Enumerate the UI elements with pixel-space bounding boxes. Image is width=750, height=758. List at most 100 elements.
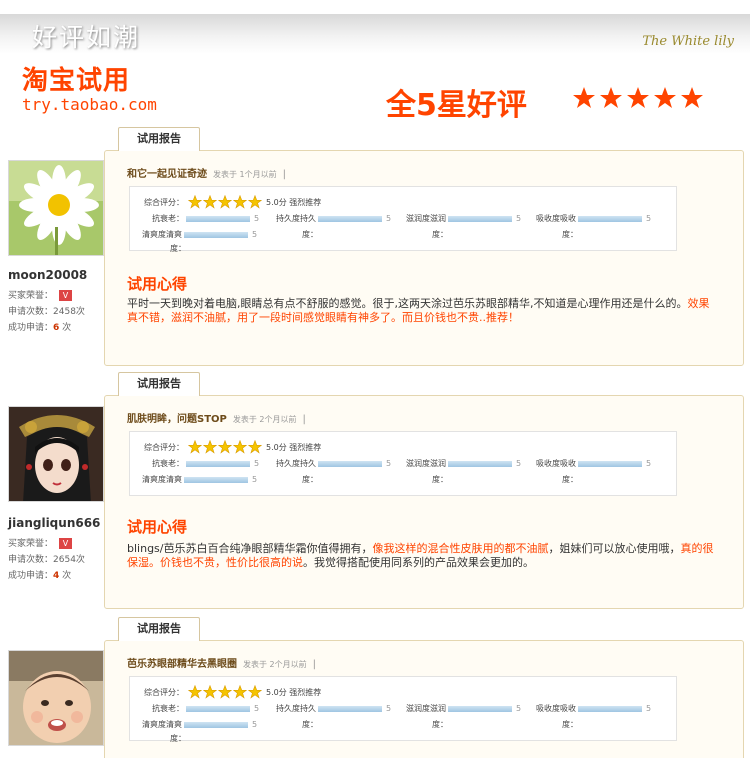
review-title-text[interactable]: 肌肤明眸，问题STOP <box>127 414 227 425</box>
overall-score: 综合评分： 5.0分 强烈推荐 <box>144 440 321 454</box>
experience-text: blings/芭乐苏白百合纯净眼部精华霜你值得拥有，像我这样的混合性皮肤用的都不… <box>127 542 717 570</box>
metric-label: 吸收度吸收 <box>536 459 576 468</box>
apply-count-label: 申请次数： <box>8 307 54 317</box>
metric-moisture: 滋润度滋润 5 <box>406 458 521 469</box>
score-box: 综合评分： 5.0分 强烈推荐 抗衰老： 5 持久度持久 5 滋润度滋润 5 吸收度吸… <box>129 186 677 253</box>
metric-value: 5 <box>254 214 260 223</box>
score-value: 5.0分 强烈推荐 <box>266 687 322 697</box>
metric-bar <box>186 705 250 712</box>
metric-label: 滋润度滋润 <box>406 214 446 223</box>
metric-value: 5 <box>516 704 522 713</box>
metric-bar <box>186 215 250 222</box>
review-title: 和它一起见证奇迹 发表于 1个月以前 | <box>127 165 286 180</box>
metric-label: 吸收度吸收 <box>536 704 576 713</box>
anime-girl-avatar-image <box>9 407 103 501</box>
user-name[interactable]: jiangliqun666 <box>8 516 100 530</box>
overall-score: 综合评分： 5.0分 强烈推荐 <box>144 685 321 699</box>
tab-trial-report[interactable]: 试用报告 <box>118 372 200 396</box>
review-sep: | <box>282 169 287 180</box>
taobao-try-logo[interactable]: 淘宝试用 try.taobao.com <box>22 66 172 114</box>
headline-stars <box>572 86 704 110</box>
metric-anti-aging: 抗衰老： 5 <box>152 458 259 469</box>
metric-du: 度： <box>170 734 186 743</box>
logo-url-text: try.taobao.com <box>22 95 157 114</box>
avatar[interactable] <box>8 160 104 256</box>
page-title: 好评如潮 <box>32 23 141 52</box>
user-meta: 买家荣誉： V 申请次数：2458次 成功申请：6 次 <box>8 288 85 336</box>
star-icon <box>248 440 262 454</box>
experience-text-normal: ，姐妹们可以放心使用哦， <box>548 542 681 555</box>
metric-du: 度： <box>302 475 318 484</box>
review-posted: 发表于 1个月以前 <box>213 170 277 179</box>
metric-du: 度： <box>562 720 578 729</box>
metric-label: 清爽度清爽 <box>142 230 182 239</box>
metric-value: 5 <box>386 459 392 468</box>
metric-bar <box>578 215 642 222</box>
review-posted: 发表于 2个月以前 <box>232 415 297 424</box>
star-icon <box>188 440 202 454</box>
review-sep: | <box>302 414 306 425</box>
success-count-value: 4 <box>53 571 60 581</box>
avatar[interactable] <box>8 650 104 746</box>
overall-score: 综合评分： 5.0分 强烈推荐 <box>144 195 321 209</box>
metric-bar <box>448 705 512 712</box>
user-name[interactable]: moon20008 <box>8 268 87 282</box>
star-icon <box>218 195 232 209</box>
logo-main-text: 淘宝试用 <box>22 66 131 96</box>
star-icon <box>600 87 622 108</box>
metric-label: 吸收度吸收 <box>536 214 576 223</box>
star-icon <box>681 87 703 108</box>
success-unit: 次 <box>62 323 72 333</box>
review-title-text[interactable]: 芭乐苏眼部精华去黑眼圈 <box>127 659 237 670</box>
star-icon <box>233 685 247 699</box>
metric-du: 度： <box>432 475 448 484</box>
review-title-text[interactable]: 和它一起见证奇迹 <box>127 169 207 180</box>
metric-label: 清爽度清爽 <box>142 475 182 484</box>
metric-du: 度： <box>302 720 318 729</box>
star-icon <box>233 440 247 454</box>
tab-trial-report[interactable]: 试用报告 <box>118 617 200 641</box>
metric-label: 清爽度清爽 <box>142 720 182 729</box>
metric-lasting: 持久度持久 5 <box>276 458 391 469</box>
star-icon <box>203 440 217 454</box>
metric-label: 持久度持久 <box>276 459 316 468</box>
apply-count-value: 2458次 <box>53 307 85 317</box>
success-count-value: 6 <box>53 323 60 333</box>
metric-lasting: 持久度持久 5 <box>276 213 391 224</box>
review-card-body: 和它一起见证奇迹 发表于 1个月以前 | 综合评分： 5.0分 强烈推荐 抗衰老： 5… <box>104 150 744 366</box>
overall-label: 综合评分： <box>144 442 184 452</box>
level-badge-icon: V <box>59 538 73 549</box>
tab-trial-report[interactable]: 试用报告 <box>118 127 200 151</box>
metric-du: 度： <box>170 244 186 253</box>
score-box: 综合评分： 5.0分 强烈推荐 抗衰老： 5 持久度持久 5 滋润度滋润 5 吸收度吸… <box>129 431 677 496</box>
metric-label: 持久度持久 <box>276 704 316 713</box>
metric-du: 度： <box>562 230 578 239</box>
star-icon <box>203 195 217 209</box>
baby-avatar-image <box>9 651 103 745</box>
metric-value: 5 <box>386 704 392 713</box>
metric-bar <box>184 476 248 483</box>
metric-anti-aging: 抗衰老： 5 <box>152 703 259 714</box>
review-card-body: 芭乐苏眼部精华去黑眼圈 发表于 2个月以前 | 综合评分： 5.0分 强烈推荐 抗衰… <box>104 640 744 758</box>
avatar[interactable] <box>8 406 104 502</box>
experience-heading: 试用心得 <box>127 275 188 293</box>
rating-stars <box>188 195 262 209</box>
metric-value: 5 <box>252 230 258 239</box>
metric-moisture: 滋润度滋润 5 <box>406 703 521 714</box>
metric-bar <box>318 705 382 712</box>
review-title: 芭乐苏眼部精华去黑眼圈 发表于 2个月以前 | <box>127 655 316 670</box>
score-value: 5.0分 强烈推荐 <box>266 442 322 452</box>
review-title: 肌肤明眸，问题STOP 发表于 2个月以前 | <box>127 410 306 425</box>
metric-value: 5 <box>254 459 260 468</box>
experience-heading: 试用心得 <box>127 518 188 536</box>
success-count-label: 成功申请： <box>8 323 54 333</box>
rating-stars <box>188 685 262 699</box>
metric-label: 抗衰老： <box>152 704 184 713</box>
metric-absorption: 吸收度吸收 5 <box>536 703 651 714</box>
experience-text-highlight: 像我这样的混合性皮肤用的都不油腻 <box>372 542 549 555</box>
metric-bar <box>318 215 382 222</box>
rating-stars <box>188 440 262 454</box>
metric-anti-aging: 抗衰老： 5 <box>152 213 259 224</box>
credit-label: 买家荣誉： <box>8 291 54 301</box>
experience-text-normal: blings/芭乐苏白百合纯净眼部精华霜你值得拥有， <box>127 542 373 555</box>
